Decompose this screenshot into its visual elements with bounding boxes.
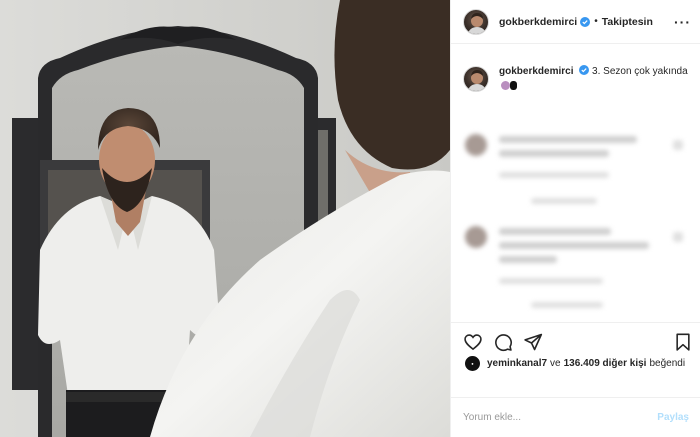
comment-line [499,256,557,263]
action-bar [451,322,700,358]
post-comment-button[interactable]: Paylaş [657,412,689,423]
comment-line [499,136,637,143]
comment-meta [531,198,597,204]
comment-like-icon [673,140,683,150]
heart-icon[interactable] [463,332,483,352]
liker-username[interactable]: yeminkanal7 [487,358,547,369]
paper-plane-icon[interactable] [523,332,543,352]
comment-line [499,150,609,157]
comment-avatar [465,226,487,248]
verified-badge-icon [580,16,591,27]
post-header: gokberkdemirci • Takiptesin ··· [451,0,700,44]
separator-dot: • [594,16,598,27]
verified-badge-icon [579,65,590,75]
comment-meta [531,302,603,308]
comment-input[interactable] [463,412,658,423]
comment-bar: Paylaş [451,397,700,437]
emoji-icon [501,81,510,90]
comment-meta [499,172,609,178]
follow-status-button[interactable]: Takiptesin [602,16,653,28]
caption-username[interactable]: gokberkdemirci [499,66,573,77]
more-options-icon[interactable]: ··· [674,14,691,30]
mirror-portrait-image [0,0,450,437]
comment-bubble-icon[interactable] [493,332,513,352]
comment-avatar [465,134,487,156]
caption-avatar[interactable] [463,66,489,92]
avatar[interactable] [463,8,489,35]
emoji-icon [510,81,517,90]
likes-connector: ve [550,358,561,369]
username-link[interactable]: gokberkdemirci [499,16,577,28]
liker-avatar[interactable]: ● [465,356,480,371]
comment-line [499,242,649,249]
post-side-panel: gokberkdemirci • Takiptesin ··· gokberkd… [450,0,700,437]
comment-meta [499,278,603,284]
likes-summary: ● yeminkanal7 ve 136.409 diğer kişi beğe… [465,356,695,371]
comment-line [499,228,611,235]
post-photo[interactable] [0,0,450,437]
caption: gokberkdemirci 3. Sezon çok yakında [463,64,693,94]
likes-count[interactable]: 136.409 diğer kişi [564,358,647,369]
likes-suffix: beğendi [649,358,686,369]
comment-like-icon [673,232,683,242]
caption-text: gokberkdemirci 3. Sezon çok yakında [499,64,689,94]
bookmark-icon[interactable] [673,332,693,352]
caption-body: 3. Sezon çok yakında [592,66,688,77]
